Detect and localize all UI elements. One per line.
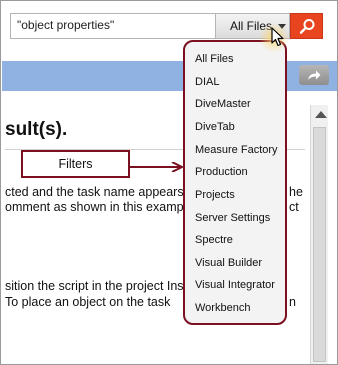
- search-input[interactable]: "object properties": [10, 13, 216, 39]
- filters-callout: Filters: [21, 150, 130, 178]
- search-button[interactable]: [290, 13, 323, 39]
- menu-item-server-settings[interactable]: Server Settings: [195, 212, 270, 224]
- paragraph-fragment: ct: [289, 200, 299, 214]
- menu-item-workbench[interactable]: Workbench: [195, 302, 250, 314]
- search-icon: [299, 19, 315, 34]
- menu-item-spectre[interactable]: Spectre: [195, 234, 233, 246]
- scroll-up-arrow-icon[interactable]: [315, 111, 327, 118]
- scroll-thumb[interactable]: [313, 127, 326, 362]
- paragraph-fragment: he: [289, 185, 303, 199]
- vertical-scrollbar[interactable]: [310, 105, 328, 364]
- share-arrow-icon: [308, 70, 321, 80]
- results-heading: sult(s).: [5, 119, 68, 140]
- menu-item-visual-builder[interactable]: Visual Builder: [195, 257, 262, 269]
- paragraph-line: To place an object on the task: [5, 295, 171, 309]
- menu-item-projects[interactable]: Projects: [195, 189, 235, 201]
- paragraph-line: sition the script in the project Ins: [5, 279, 184, 293]
- callout-arrow-icon: [130, 162, 185, 172]
- file-scope-menu: All Files DIAL DiveMaster DiveTab Measur…: [183, 40, 287, 325]
- menu-item-production[interactable]: Production: [195, 166, 248, 178]
- menu-item-measure-factory[interactable]: Measure Factory: [195, 144, 278, 156]
- paragraph-line: cted and the task name appears: [5, 185, 184, 199]
- menu-item-all-files[interactable]: All Files: [195, 53, 234, 65]
- menu-item-divemaster[interactable]: DiveMaster: [195, 98, 251, 110]
- menu-item-dial[interactable]: DIAL: [195, 76, 219, 88]
- app-window: "object properties" All Files sult(s). c…: [0, 0, 338, 365]
- menu-item-divetab[interactable]: DiveTab: [195, 121, 235, 133]
- menu-item-visual-integrator[interactable]: Visual Integrator: [195, 279, 275, 291]
- mouse-cursor-icon: [271, 27, 284, 47]
- paragraph-line: omment as shown in this examp: [5, 200, 184, 214]
- share-button[interactable]: [299, 65, 329, 85]
- paragraph-fragment: n: [289, 295, 296, 309]
